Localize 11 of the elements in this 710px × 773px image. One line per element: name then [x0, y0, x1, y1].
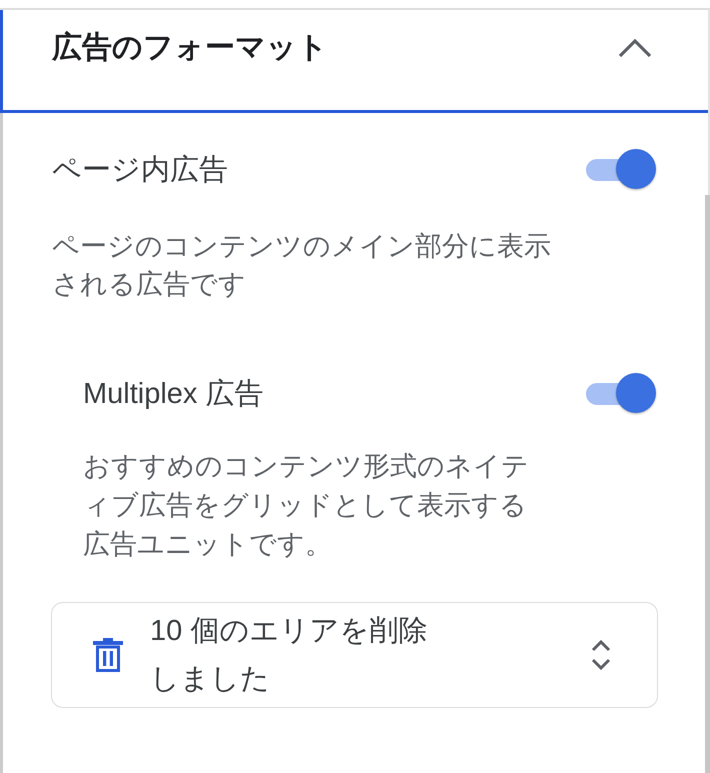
toggle-switch[interactable] — [586, 372, 658, 416]
setting-label: Multiplex 広告 — [83, 377, 264, 412]
area-dropdown[interactable]: 10 個のエリアを削除しました — [51, 602, 658, 708]
setting-label: ページ内広告 — [52, 153, 228, 188]
section-header[interactable]: 広告のフォーマット — [0, 10, 708, 113]
setting-description: おすすめのコンテンツ形式のネイティブ広告をグリッドとして表示する広告ユニットです。 — [83, 450, 530, 561]
chevron-up-down-icon — [591, 639, 611, 671]
trash-icon — [93, 638, 123, 672]
setting-description: ページのコンテンツのメイン部分に表示される広告です — [52, 230, 552, 301]
toggle-switch[interactable] — [586, 148, 658, 192]
scrollbar[interactable] — [705, 195, 710, 773]
